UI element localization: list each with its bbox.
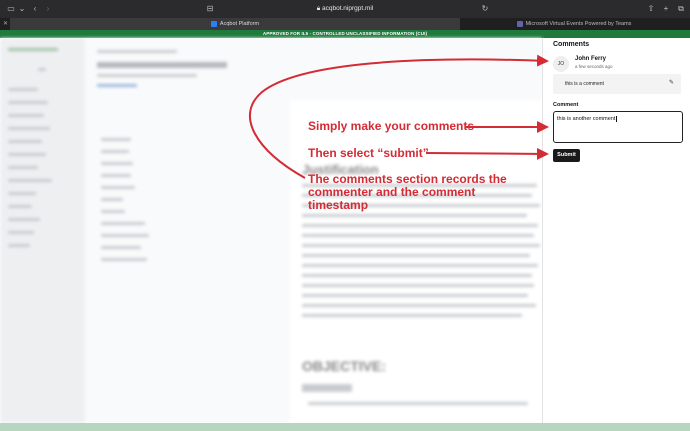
- edit-icon[interactable]: ✎: [668, 80, 675, 87]
- sidebar-toggle-icon[interactable]: ▭: [6, 4, 16, 14]
- background-app: Justification OBJECTIVE:: [0, 38, 542, 423]
- acqbot-favicon-icon: [210, 20, 217, 27]
- comments-panel: Comments JO John Ferry a few seconds ago…: [542, 38, 690, 423]
- share-icon[interactable]: ⇧: [646, 4, 656, 14]
- comment-text: this is a comment: [565, 81, 604, 87]
- comment-field-label: Comment: [553, 102, 579, 108]
- tab-overview-icon[interactable]: ⧉: [676, 4, 686, 14]
- comment-author: John Ferry: [575, 56, 607, 62]
- comment-input-value: this is another comment: [557, 116, 616, 122]
- chevron-down-icon[interactable]: ⌄: [17, 4, 27, 14]
- doc-heading-objective: OBJECTIVE:: [302, 358, 387, 374]
- cui-banner-bottom: [0, 423, 690, 431]
- teams-favicon-icon: [516, 20, 523, 27]
- forward-icon[interactable]: ›: [43, 4, 53, 14]
- comments-title: Comments: [553, 41, 590, 48]
- tab-label: Acqbot Platform: [219, 21, 260, 27]
- tab-bar: ✕ Acqbot Platform Microsoft Virtual Even…: [0, 18, 690, 30]
- close-tab-icon[interactable]: ✕: [3, 18, 8, 30]
- address-bar[interactable]: 🔒︎ acqbot.niprgpt.mil: [200, 4, 490, 14]
- cui-banner: APPROVED FOR IL5 - CONTROLLED UNCLASSIFI…: [0, 30, 690, 38]
- back-icon[interactable]: ‹: [30, 4, 40, 14]
- tab-acqbot[interactable]: Acqbot Platform: [10, 18, 460, 30]
- reload-icon[interactable]: ↻: [480, 4, 490, 14]
- avatar: JO: [553, 56, 569, 72]
- comment-timestamp: a few seconds ago: [575, 64, 613, 69]
- annotation-select-submit: Then select “submit”: [308, 146, 429, 160]
- comment-item: this is a comment ✎: [553, 74, 681, 94]
- lock-icon: 🔒︎: [316, 5, 321, 12]
- tab-label: Microsoft Virtual Events Powered by Team…: [525, 21, 632, 27]
- annotation-make-comments: Simply make your comments: [308, 119, 475, 133]
- browser-toolbar: ▭ ⌄ ‹ › ⊟ 🔒︎ acqbot.niprgpt.mil ↻ ⇧ + ⧉: [0, 0, 690, 18]
- tab-teams[interactable]: Microsoft Virtual Events Powered by Team…: [460, 18, 688, 30]
- address-text: acqbot.niprgpt.mil: [321, 5, 374, 12]
- annotation-records-timestamp: The comments section records the comment…: [308, 172, 507, 212]
- background-sidebar: [0, 38, 85, 423]
- comment-input[interactable]: this is another comment: [553, 111, 683, 143]
- new-tab-icon[interactable]: +: [661, 4, 671, 14]
- submit-button[interactable]: Submit: [553, 149, 580, 162]
